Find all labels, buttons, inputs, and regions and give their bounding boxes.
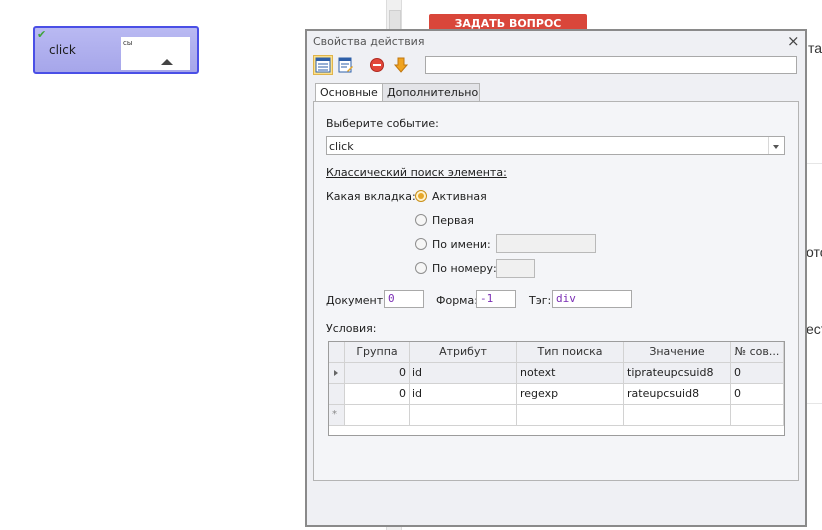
form-label: Форма: xyxy=(436,294,478,307)
tab-number-input[interactable] xyxy=(496,259,535,278)
preview-text: сы xyxy=(123,39,133,47)
tab-question-label: Какая вкладка: xyxy=(326,190,416,203)
tab-advanced[interactable]: Дополнительно xyxy=(382,83,480,102)
toolbar-input[interactable] xyxy=(425,56,797,74)
column-header-search-type[interactable]: Тип поиска xyxy=(517,342,624,363)
form-view-button[interactable] xyxy=(313,55,333,75)
code-view-button[interactable] xyxy=(336,55,356,75)
action-properties-dialog: Свойства действия × Основные Дополнитель… xyxy=(305,29,807,527)
action-block[interactable]: ✔ click сы xyxy=(33,26,199,74)
column-header-value[interactable]: Значение xyxy=(624,342,731,363)
event-label: Выберите событие: xyxy=(326,117,439,130)
radio-by-name[interactable] xyxy=(415,238,427,250)
background-divider xyxy=(805,403,822,404)
action-block-preview: сы xyxy=(121,37,190,70)
classic-search-heading: Классический поиск элемента: xyxy=(326,166,507,179)
conditions-label: Условия: xyxy=(326,322,377,335)
table-cell[interactable]: rateupcsuid8 xyxy=(624,384,731,405)
column-header-group[interactable]: Группа xyxy=(345,342,410,363)
background-divider xyxy=(805,163,822,164)
main-tab-panel: Выберите событие: click Классический пои… xyxy=(313,101,799,481)
table-cell[interactable] xyxy=(410,405,517,426)
table-icon xyxy=(315,57,331,73)
row-selector[interactable] xyxy=(329,384,345,405)
new-row-selector[interactable]: * xyxy=(329,405,345,426)
event-select[interactable]: click xyxy=(326,136,785,155)
action-block-label: click xyxy=(49,43,76,57)
tab-name-input[interactable] xyxy=(496,234,596,253)
radio-active[interactable] xyxy=(415,190,427,202)
radio-by-name-label: По имени: xyxy=(432,238,491,251)
event-select-value: click xyxy=(329,140,354,153)
edit-script-icon xyxy=(338,57,353,73)
dialog-title: Свойства действия xyxy=(313,35,425,48)
background-text: ото xyxy=(806,244,822,260)
table-cell[interactable] xyxy=(345,405,410,426)
tab-main[interactable]: Основные xyxy=(315,83,383,103)
radio-first[interactable] xyxy=(415,214,427,226)
tag-input[interactable]: div xyxy=(552,290,632,308)
stop-icon xyxy=(370,58,384,72)
radio-by-number[interactable] xyxy=(415,262,427,274)
column-header-attribute[interactable]: Атрибут xyxy=(410,342,517,363)
chevron-down-icon[interactable] xyxy=(768,137,784,154)
radio-active-label: Активная xyxy=(432,190,487,203)
table-cell[interactable] xyxy=(731,405,784,426)
close-icon[interactable]: × xyxy=(787,32,800,50)
table-cell[interactable]: tiprateupcsuid8 xyxy=(624,363,731,384)
tag-label: Тэг: xyxy=(529,294,552,307)
move-down-button[interactable] xyxy=(391,55,411,75)
triangle-up-icon xyxy=(161,59,173,65)
arrow-down-icon xyxy=(393,57,409,73)
table-cell[interactable]: 0 xyxy=(345,363,410,384)
radio-first-label: Первая xyxy=(432,214,474,227)
asterisk-icon: * xyxy=(332,409,337,420)
table-cell[interactable]: id xyxy=(410,363,517,384)
background-text: ест xyxy=(806,321,822,337)
table-cell[interactable]: 0 xyxy=(345,384,410,405)
form-input[interactable]: -1 xyxy=(476,290,516,308)
dialog-toolbar xyxy=(307,53,805,77)
table-cell[interactable]: 0 xyxy=(731,363,784,384)
conditions-grid[interactable]: Группа Атрибут Тип поиска Значение № сов… xyxy=(328,341,785,436)
row-selector[interactable] xyxy=(329,363,345,384)
table-cell[interactable]: notext xyxy=(517,363,624,384)
column-header-match-number[interactable]: № сов... xyxy=(731,342,784,363)
checkmark-icon: ✔ xyxy=(37,28,47,41)
stop-button[interactable] xyxy=(367,55,387,75)
table-cell[interactable] xyxy=(624,405,731,426)
grid-corner xyxy=(329,342,345,363)
table-cell[interactable]: 0 xyxy=(731,384,784,405)
radio-by-number-label: По номеру: xyxy=(432,262,497,275)
table-cell[interactable] xyxy=(517,405,624,426)
table-cell[interactable]: id xyxy=(410,384,517,405)
document-input[interactable]: 0 xyxy=(384,290,424,308)
background-text: та xyxy=(808,40,822,56)
row-pointer-icon xyxy=(334,370,338,376)
document-label: Документ: xyxy=(326,294,387,307)
dialog-titlebar[interactable]: Свойства действия × xyxy=(307,31,805,51)
table-cell[interactable]: regexp xyxy=(517,384,624,405)
